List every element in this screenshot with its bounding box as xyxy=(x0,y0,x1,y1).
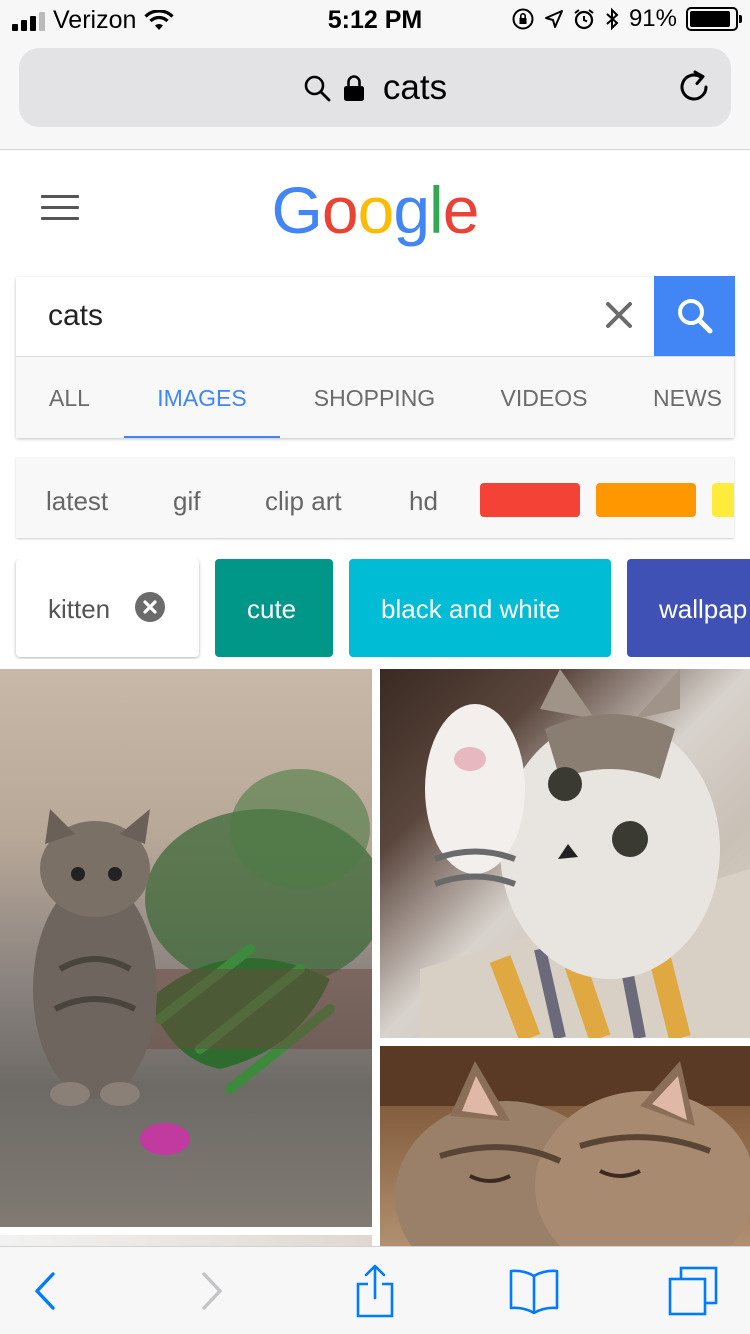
address-query: cats xyxy=(382,67,448,107)
status-bar: Verizon 5:12 PM 91% xyxy=(0,0,750,40)
logo-letter: l xyxy=(429,173,444,247)
tab-all[interactable]: ALL xyxy=(16,357,123,438)
logo-letter: G xyxy=(271,173,323,247)
share-icon xyxy=(356,1264,394,1318)
search-tabs: ALL IMAGES SHOPPING VIDEOS NEWS xyxy=(16,356,734,438)
back-icon xyxy=(35,1272,55,1310)
tag-wallpaper[interactable]: wallpap xyxy=(627,559,750,657)
image-results xyxy=(0,669,750,1246)
battery-percent: 91% xyxy=(628,5,677,32)
orientation-lock-icon xyxy=(512,8,534,30)
kittens-illustration xyxy=(380,1046,750,1246)
search-input[interactable] xyxy=(16,277,654,355)
tab-shopping[interactable]: SHOPPING xyxy=(296,357,453,438)
back-button[interactable] xyxy=(0,1247,90,1334)
kitten-illustration xyxy=(420,669,750,1038)
tag-kitten[interactable]: kitten xyxy=(16,559,199,657)
chip-hd[interactable]: hd xyxy=(409,457,438,538)
kitten-illustration xyxy=(33,769,372,1155)
search-button[interactable] xyxy=(654,276,735,356)
search-icon xyxy=(304,75,331,101)
chip-gif[interactable]: gif xyxy=(173,457,200,538)
logo-letter: e xyxy=(442,173,480,247)
logo-letter: g xyxy=(393,173,430,247)
image-result-kitten-plant[interactable] xyxy=(0,669,372,1227)
tag-label: kitten xyxy=(48,594,111,624)
chip-latest[interactable]: latest xyxy=(46,457,108,538)
forward-button[interactable] xyxy=(167,1247,257,1334)
clear-icon[interactable] xyxy=(603,299,635,331)
alarm-icon xyxy=(574,9,594,30)
color-swatch-red[interactable] xyxy=(480,483,580,517)
tab-news[interactable]: NEWS xyxy=(636,357,734,438)
tabs-icon xyxy=(668,1266,718,1316)
forward-icon xyxy=(202,1272,222,1310)
image-result-partial[interactable] xyxy=(0,1235,372,1246)
color-swatch-orange[interactable] xyxy=(596,483,696,517)
related-tags: kitten cute black and white wallpap xyxy=(0,559,750,659)
location-icon xyxy=(544,10,563,28)
safari-address-area: cats xyxy=(0,40,750,150)
chip-clip-art[interactable]: clip art xyxy=(265,457,342,538)
tag-black-and-white[interactable]: black and white xyxy=(349,559,611,657)
lock-icon xyxy=(343,74,364,101)
tab-videos[interactable]: VIDEOS xyxy=(486,357,602,438)
tab-images[interactable]: IMAGES xyxy=(124,357,280,438)
image-result-kitten-paw[interactable] xyxy=(380,669,750,1038)
logo-letter: o xyxy=(321,173,359,247)
remove-tag-icon[interactable] xyxy=(135,592,165,622)
safari-toolbar xyxy=(0,1246,750,1334)
tabs-button[interactable] xyxy=(648,1247,738,1334)
color-swatch-yellow[interactable] xyxy=(712,483,734,517)
battery-fill xyxy=(690,11,731,27)
bluetooth-icon xyxy=(606,7,619,31)
search-icon xyxy=(677,299,712,334)
battery-icon xyxy=(686,7,742,31)
refinement-chips: latest gif clip art hd xyxy=(16,457,734,538)
tag-cute[interactable]: cute xyxy=(215,559,333,657)
status-icons: 91% xyxy=(511,5,742,33)
share-button[interactable] xyxy=(330,1247,420,1334)
search-card: ALL IMAGES SHOPPING VIDEOS NEWS xyxy=(16,276,735,438)
image-result-sleeping-kittens[interactable] xyxy=(380,1046,750,1246)
address-bar[interactable]: cats xyxy=(19,48,731,127)
address-content: cats xyxy=(19,48,731,127)
reload-icon[interactable] xyxy=(675,68,713,106)
bookmarks-icon xyxy=(509,1269,559,1314)
logo-letter: o xyxy=(357,173,395,247)
bookmarks-button[interactable] xyxy=(489,1247,579,1334)
google-logo: Google xyxy=(0,172,750,248)
